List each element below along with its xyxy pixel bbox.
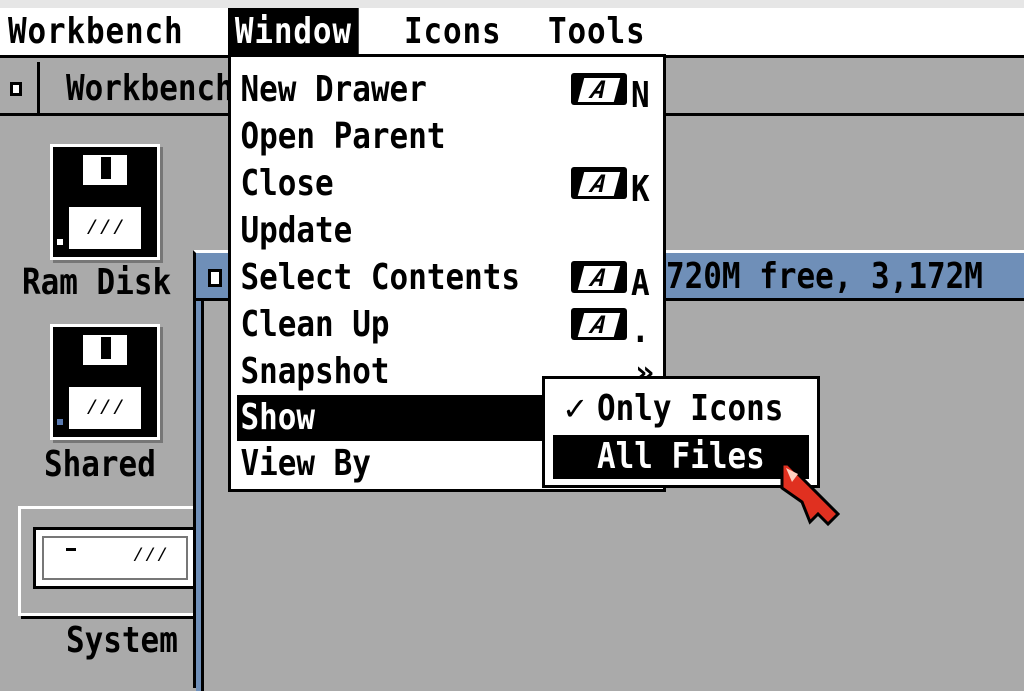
amiga-key-icon bbox=[571, 167, 627, 199]
menu-item-select-contents[interactable]: Select Contents A bbox=[237, 255, 657, 302]
workbench-close-gadget[interactable] bbox=[0, 62, 40, 113]
workbench-window-border bbox=[0, 116, 6, 688]
menu-item-close[interactable]: Close K bbox=[237, 161, 657, 208]
submenu-item-only-icons[interactable]: ✓ Only Icons bbox=[553, 387, 809, 431]
amiga-key-icon bbox=[571, 308, 627, 340]
floppy-disk-icon: ⁄⁄⁄ bbox=[50, 144, 160, 260]
hard-drive-icon: ⁄⁄⁄ bbox=[18, 506, 197, 616]
menu-window[interactable]: Window bbox=[228, 8, 359, 54]
checkmark-icon: ✓ bbox=[564, 388, 586, 429]
workbench-window-title: Workbench bbox=[66, 68, 234, 109]
icon-label: Ram Disk bbox=[22, 262, 172, 303]
menu-tools[interactable]: Tools bbox=[548, 8, 646, 54]
menu-item-open-parent[interactable]: Open Parent bbox=[237, 114, 657, 160]
drawer-window-left-border bbox=[196, 301, 204, 691]
amiga-key-icon bbox=[571, 261, 627, 293]
drawer-window-title: 720M free, 3,172M bbox=[666, 256, 983, 297]
icon-label: System bbox=[66, 620, 178, 661]
show-submenu: ✓ Only Icons All Files bbox=[542, 376, 820, 488]
mouse-pointer-icon bbox=[780, 462, 840, 527]
screen-menubar: Workbench Window Icons Tools bbox=[0, 0, 1024, 58]
menu-icons[interactable]: Icons bbox=[404, 8, 502, 54]
menu-item-update[interactable]: Update bbox=[237, 208, 657, 254]
top-sliver bbox=[0, 0, 1024, 8]
submenu-item-all-files[interactable]: All Files bbox=[553, 435, 809, 479]
drawer-close-gadget[interactable] bbox=[208, 269, 222, 287]
menu-item-show[interactable]: Show bbox=[237, 395, 553, 441]
menu-item-clean-up[interactable]: Clean Up . bbox=[237, 302, 657, 349]
amiga-key-icon bbox=[571, 73, 627, 105]
floppy-disk-icon: ⁄⁄⁄ bbox=[50, 324, 160, 440]
menu-item-new-drawer[interactable]: New Drawer N bbox=[237, 67, 657, 114]
menu-workbench[interactable]: Workbench bbox=[8, 8, 184, 54]
icon-label: Shared bbox=[44, 444, 156, 485]
